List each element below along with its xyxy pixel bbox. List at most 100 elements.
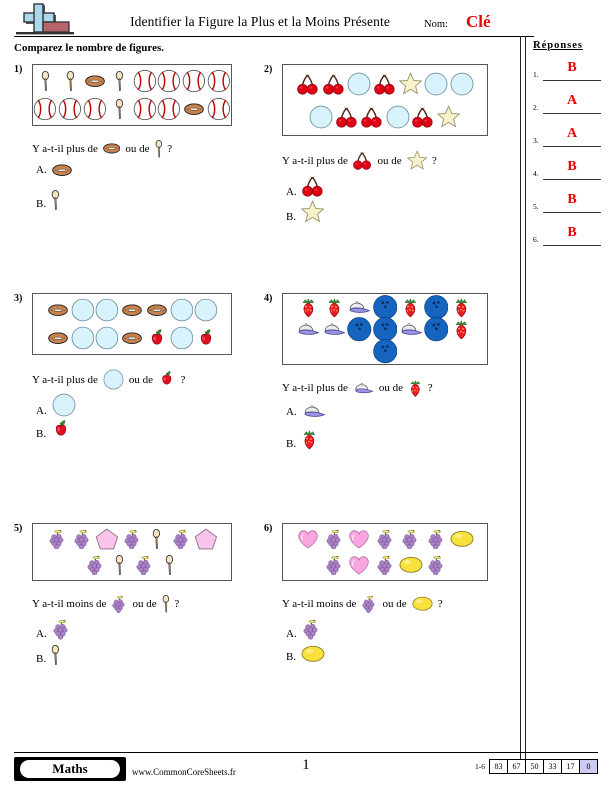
figure-row: [283, 67, 487, 100]
figure-item: [347, 316, 372, 342]
baseball-icon: [158, 97, 181, 121]
choice-icon: [301, 429, 318, 450]
question-text-mid: ou de: [128, 373, 154, 386]
cap-icon: [355, 383, 374, 394]
apple-icon: [162, 371, 172, 385]
football-icon: [184, 103, 204, 115]
answer-choice[interactable]: B.: [286, 429, 318, 450]
answer-choice[interactable]: A.: [36, 393, 76, 417]
answer-choice[interactable]: B.: [36, 645, 60, 665]
answer-rule: [543, 146, 601, 147]
figure-box: [282, 64, 488, 136]
pentagon-icon: [195, 528, 218, 550]
figure-item: [46, 529, 70, 550]
answer-choice[interactable]: A.: [286, 619, 320, 640]
figure-item: [449, 297, 474, 318]
bowling-ball-icon: [372, 338, 398, 364]
answer-rule: [543, 179, 601, 180]
cap-icon: [401, 323, 422, 336]
figure-item: [133, 97, 157, 121]
choice-label: A.: [36, 405, 47, 417]
figure-item: [145, 328, 169, 349]
question-text-pre: Y a-t-il plus de: [282, 154, 348, 167]
question-line: Y a-t-il plus de ou de ?: [282, 379, 433, 397]
spoon-icon: [66, 71, 74, 91]
answer-row: 3. A: [533, 124, 601, 154]
baseball-icon: [83, 97, 106, 121]
answer-rule: [543, 245, 601, 246]
question-text-pre: Y a-t-il moins de: [32, 598, 107, 611]
question-text-pre: Y a-t-il plus de: [32, 142, 98, 155]
question-icon-a: [103, 369, 124, 390]
baseball-icon: [133, 69, 156, 93]
answer-choice[interactable]: A.: [36, 164, 72, 176]
answer-choice[interactable]: B.: [286, 645, 325, 663]
figure-row: [283, 316, 487, 342]
problem-number: 6): [264, 523, 273, 534]
answer-panel-divider-inner: [525, 36, 526, 760]
figure-item: [71, 326, 95, 350]
figure-row: [283, 294, 487, 320]
spoon-icon: [115, 99, 124, 119]
page-title: Identifier la Figure la Plus et la Moins…: [130, 14, 390, 29]
figure-item: [95, 326, 119, 350]
figure-item: [309, 105, 334, 129]
strawberry-icon: [303, 430, 316, 450]
choice-label: B.: [286, 437, 297, 450]
spoon-icon: [115, 555, 124, 575]
star-icon: [437, 105, 461, 128]
cap-icon: [299, 323, 320, 336]
cherries-icon: [323, 73, 344, 95]
answer-choice[interactable]: A.: [36, 619, 70, 640]
answer-row: 1. B: [533, 58, 601, 88]
answer-choice[interactable]: A.: [286, 403, 326, 418]
figure-item: [296, 528, 321, 550]
score-scale-cell: 83: [489, 759, 507, 774]
answer-number: 1.: [533, 70, 539, 79]
figure-item: [95, 527, 119, 551]
score-scale: 1-6 83 67 50 33 17 0: [475, 759, 598, 774]
figure-item: [449, 319, 474, 340]
figure-item: [145, 529, 169, 549]
figure-item: [182, 69, 206, 93]
spoon-icon: [41, 71, 49, 91]
answer-choice[interactable]: A.: [286, 174, 324, 198]
answer-number: 5.: [533, 202, 539, 211]
choice-icon: [52, 619, 70, 640]
figure-item: [322, 297, 347, 318]
figure-item: [120, 332, 144, 344]
answer-choice[interactable]: B.: [286, 200, 325, 224]
figure-item: [182, 103, 206, 115]
football-icon: [122, 304, 142, 316]
figure-box: [32, 64, 232, 126]
grapes-icon: [74, 529, 89, 550]
question-line: Y a-t-il moins de ou de ?: [32, 595, 179, 613]
strawberry-icon: [455, 319, 468, 340]
question-text-mid: ou de: [125, 142, 150, 155]
answer-value: B: [567, 60, 577, 75]
circle-icon: [424, 72, 448, 95]
question-text-post: ?: [431, 154, 437, 167]
football-icon: [85, 75, 105, 87]
choice-label: B.: [286, 211, 297, 224]
spoon-icon: [51, 645, 60, 665]
strawberry-icon: [328, 297, 340, 318]
figure-row: [33, 296, 231, 324]
answer-choice[interactable]: B.: [36, 190, 60, 210]
figure-item: [334, 105, 359, 129]
grapes-icon: [136, 555, 151, 576]
choice-label: A.: [36, 627, 47, 640]
circle-icon: [52, 393, 76, 417]
page-header: Identifier la Figure la Plus et la Moins…: [0, 0, 612, 54]
answer-choice[interactable]: B.: [36, 419, 71, 440]
circle-icon: [95, 298, 119, 322]
figure-item: [120, 304, 144, 316]
pentagon-icon: [95, 528, 119, 550]
header-rule: [14, 36, 534, 37]
cherries-icon: [335, 106, 357, 128]
question-text-pre: Y a-t-il plus de: [282, 382, 348, 395]
figure-item: [347, 554, 372, 576]
answer-row: 2. A: [533, 91, 601, 121]
figure-box: [282, 293, 488, 365]
choice-icon: [301, 645, 325, 663]
